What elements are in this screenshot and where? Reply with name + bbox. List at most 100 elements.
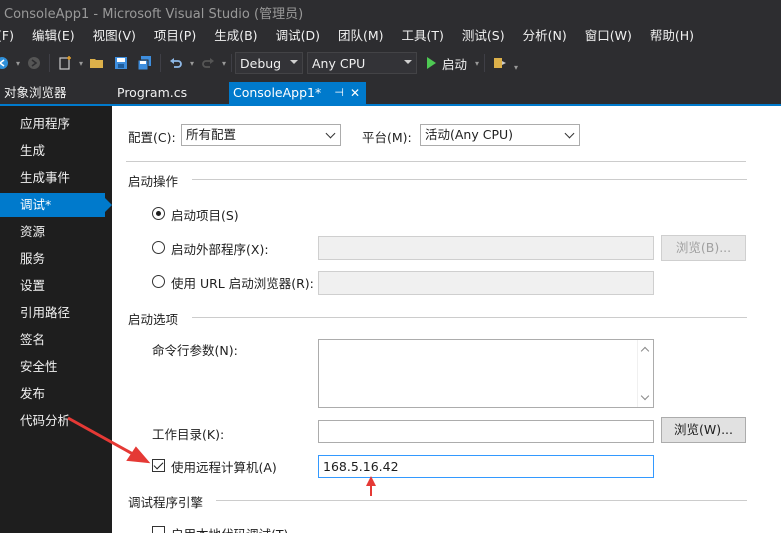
window-title: ConsoleApp1 - Microsoft Visual Studio (管…	[4, 6, 304, 22]
start-project-label[interactable]: 启动项目(S)	[171, 205, 239, 224]
new-project-icon[interactable]	[55, 53, 75, 73]
start-options-heading: 启动选项	[128, 312, 179, 327]
menu-analyze[interactable]: 分析(N)	[514, 24, 576, 48]
pin-icon[interactable]: ⊣	[334, 82, 344, 104]
nav-item-application[interactable]: 应用程序	[0, 112, 105, 136]
back-dropdown-icon[interactable]: ▾	[14, 59, 22, 68]
remote-machine-input[interactable]: 168.5.16.42	[318, 455, 654, 478]
nav-item-services[interactable]: 服务	[0, 247, 105, 271]
use-remote-machine-label[interactable]: 使用远程计算机(A)	[171, 457, 277, 476]
configuration-combo[interactable]: 所有配置	[181, 124, 341, 146]
use-remote-machine-checkbox[interactable]	[152, 459, 165, 472]
menu-team[interactable]: 团队(M)	[329, 24, 393, 48]
redo-icon[interactable]	[198, 53, 218, 73]
start-dropdown-icon[interactable]: ▾	[473, 59, 481, 68]
configuration-label: 配置(C):	[128, 130, 176, 145]
enable-native-debugging-checkbox[interactable]	[152, 526, 165, 533]
toolbar-separator	[49, 54, 50, 72]
nav-item-settings[interactable]: 设置	[0, 274, 105, 298]
nav-item-reference-paths[interactable]: 引用路径	[0, 301, 105, 325]
start-external-program-label[interactable]: 启动外部程序(X):	[171, 239, 269, 258]
menu-edit[interactable]: 编辑(E)	[23, 24, 84, 48]
working-directory-input[interactable]	[318, 420, 654, 443]
debugger-engines-heading: 调试程序引擎	[128, 495, 204, 510]
start-action-heading: 启动操作	[128, 174, 179, 189]
back-navigate-icon[interactable]	[0, 53, 12, 73]
undo-icon[interactable]	[166, 53, 186, 73]
menu-help[interactable]: 帮助(H)	[641, 24, 703, 48]
chevron-down-icon	[404, 60, 412, 64]
menu-project[interactable]: 项目(P)	[145, 24, 205, 48]
divider	[216, 500, 747, 501]
menu-bar: (F) 编辑(E) 视图(V) 项目(P) 生成(B) 调试(D) 团队(M) …	[0, 24, 781, 48]
start-url-radio[interactable]	[152, 275, 165, 288]
tab-consoleapp1-label: ConsoleApp1*	[233, 85, 322, 100]
nav-item-security[interactable]: 安全性	[0, 355, 105, 379]
menu-window[interactable]: 窗口(W)	[576, 24, 641, 48]
nav-item-code-analysis[interactable]: 代码分析	[0, 409, 105, 433]
attach-process-icon[interactable]	[490, 53, 510, 73]
nav-item-debug[interactable]: 调试*	[0, 193, 112, 217]
title-bar: ConsoleApp1 - Microsoft Visual Studio (管…	[0, 0, 781, 24]
chevron-down-icon	[290, 60, 298, 64]
solution-platform-combo[interactable]: Any CPU	[307, 52, 417, 74]
platform-label: 平台(M):	[362, 130, 412, 145]
menu-view[interactable]: 视图(V)	[84, 24, 145, 48]
debug-properties-page: 配置(C): 所有配置 平台(M): 活动(Any CPU) 启动操作 启动项目…	[112, 106, 781, 533]
remote-machine-value: 168.5.16.42	[323, 459, 399, 474]
tab-object-browser[interactable]: 对象浏览器	[0, 82, 71, 104]
toolbar-separator	[231, 54, 232, 72]
menu-debug[interactable]: 调试(D)	[267, 24, 329, 48]
divider	[126, 161, 746, 162]
undo-dropdown-icon[interactable]: ▾	[188, 59, 196, 68]
project-properties-nav: 应用程序 生成 生成事件 调试* 资源 服务 设置 引用路径 签名 安全性 发布…	[0, 106, 112, 533]
close-icon[interactable]: ✕	[350, 82, 360, 104]
save-icon[interactable]	[111, 53, 131, 73]
divider	[192, 179, 747, 180]
configuration-value: 所有配置	[186, 127, 237, 142]
nav-item-publish[interactable]: 发布	[0, 382, 105, 406]
working-directory-label: 工作目录(K):	[152, 427, 225, 442]
start-url-label[interactable]: 使用 URL 启动浏览器(R):	[171, 273, 314, 292]
start-external-program-radio[interactable]	[152, 241, 165, 254]
menu-test[interactable]: 测试(S)	[453, 24, 514, 48]
tab-consoleapp1[interactable]: ConsoleApp1* ⊣ ✕	[229, 82, 366, 104]
document-tab-strip: 对象浏览器 Program.cs ConsoleApp1* ⊣ ✕	[0, 82, 781, 104]
nav-item-signing[interactable]: 签名	[0, 328, 105, 352]
browse-working-directory-button[interactable]: 浏览(W)...	[661, 417, 746, 443]
toolbar-separator	[484, 54, 486, 72]
start-label: 启动	[442, 56, 468, 72]
start-url-input[interactable]	[318, 271, 654, 295]
menu-file[interactable]: (F)	[0, 24, 23, 48]
platform-combo[interactable]: 活动(Any CPU)	[420, 124, 580, 146]
scroll-down-icon[interactable]	[640, 391, 650, 401]
menu-tools[interactable]: 工具(T)	[393, 24, 453, 48]
nav-item-resources[interactable]: 资源	[0, 220, 105, 244]
external-program-input[interactable]	[318, 236, 654, 260]
command-line-args-scrollbar[interactable]	[637, 340, 653, 407]
solution-config-value: Debug	[240, 55, 282, 71]
platform-value: 活动(Any CPU)	[425, 127, 514, 142]
solution-config-combo[interactable]: Debug	[235, 52, 303, 74]
toolbar-overflow-icon[interactable]: ▾	[512, 63, 520, 72]
solution-platform-value: Any CPU	[312, 55, 366, 71]
menu-build[interactable]: 生成(B)	[205, 24, 266, 48]
command-line-args-input[interactable]	[318, 339, 654, 408]
enable-native-debugging-label[interactable]: 启用本地代码调试(T)	[171, 524, 288, 533]
new-dropdown-icon[interactable]: ▾	[77, 59, 85, 68]
nav-item-build-events[interactable]: 生成事件	[0, 166, 105, 190]
open-file-icon[interactable]	[87, 53, 107, 73]
redo-dropdown-icon[interactable]: ▾	[220, 59, 228, 68]
divider	[192, 317, 747, 318]
save-all-icon[interactable]	[135, 53, 155, 73]
toolbar-separator	[160, 54, 161, 72]
scroll-up-icon[interactable]	[640, 346, 650, 356]
forward-navigate-icon[interactable]	[24, 53, 44, 73]
nav-item-build[interactable]: 生成	[0, 139, 105, 163]
command-line-args-label: 命令行参数(N):	[152, 343, 238, 358]
start-debugging-button[interactable]: 启动	[423, 52, 471, 74]
tab-program-cs[interactable]: Program.cs	[113, 82, 191, 104]
chevron-down-icon	[325, 128, 336, 139]
start-project-radio[interactable]	[152, 207, 165, 220]
browse-external-button[interactable]: 浏览(B)...	[661, 235, 746, 261]
